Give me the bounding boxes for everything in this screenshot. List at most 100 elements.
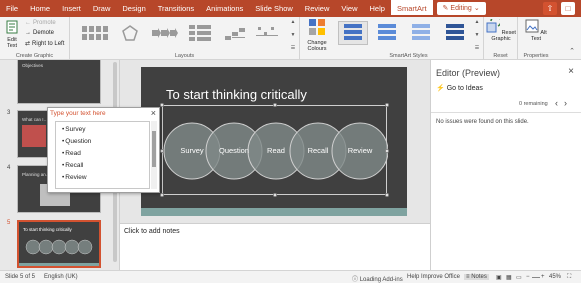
group-reset: Reset Graphic Reset <box>484 15 518 60</box>
chevron-down-icon: ⌄ <box>473 5 480 12</box>
slide-thumbnail[interactable]: Objectives <box>17 60 101 104</box>
slide-canvas[interactable]: To start thinking critically Survey Ques… <box>141 67 407 216</box>
resize-handle[interactable] <box>385 103 389 107</box>
text-pane-item[interactable]: Survey <box>62 124 149 136</box>
chevron-right-icon[interactable]: › <box>564 98 573 108</box>
share-icon[interactable]: ⇧ <box>543 2 557 15</box>
zoom-in-icon[interactable]: + <box>541 274 545 280</box>
style-option-2[interactable] <box>372 21 402 45</box>
notes-label: Notes <box>471 274 487 280</box>
issue-navigation[interactable]: ‹› <box>555 98 573 108</box>
chevron-left-icon[interactable]: ‹ <box>555 98 564 108</box>
resize-handle[interactable] <box>160 149 164 153</box>
layout-option-list[interactable] <box>185 21 215 45</box>
text-pane-item[interactable]: Question <box>62 136 149 148</box>
edit-text-button[interactable]: Edit Text <box>3 20 21 49</box>
resize-handle[interactable] <box>273 193 277 197</box>
tab-slide-show[interactable]: Slide Show <box>249 0 299 17</box>
chevron-up-icon: ▲ <box>290 19 296 25</box>
reset-graphic-button[interactable]: Reset Graphic <box>486 15 516 42</box>
close-icon[interactable]: × <box>151 108 156 118</box>
properties-group-label: Properties <box>523 53 549 59</box>
zoom-level[interactable]: 45% <box>549 274 561 280</box>
reset-graphic-icon <box>486 15 502 33</box>
layout-cycle-icon <box>122 25 138 41</box>
text-pane-item[interactable]: Recall <box>62 160 149 172</box>
help-improve-office-link[interactable]: Help Improve Office <box>407 274 460 280</box>
change-colours-button[interactable]: Change Colours <box>302 19 332 52</box>
tab-review[interactable]: Review <box>299 0 336 17</box>
tab-view[interactable]: View <box>335 0 363 17</box>
notes-pane[interactable]: Click to add notes <box>120 223 430 270</box>
tab-smartart[interactable]: SmartArt <box>390 0 433 17</box>
layouts-gallery-scroll[interactable]: ▲ ▼ ☰ <box>289 19 297 51</box>
layout-option-cycle[interactable] <box>115 21 145 45</box>
zoom-slider[interactable] <box>532 277 540 278</box>
text-pane-item[interactable]: Read <box>62 148 149 160</box>
collapse-ribbon-icon[interactable]: ⌃ <box>569 47 575 55</box>
layout-staircase-icon <box>225 28 245 40</box>
tab-design[interactable]: Design <box>116 0 151 17</box>
resize-handle[interactable] <box>160 103 164 107</box>
group-properties: Alt Text Properties <box>518 17 554 60</box>
comments-icon[interactable]: □ <box>561 2 575 15</box>
layout-option-process[interactable] <box>150 21 180 45</box>
more-icon: ☰ <box>290 45 296 51</box>
style-option-4[interactable] <box>440 21 470 45</box>
editing-mode-button[interactable]: ✎ Editing ⌄ <box>436 2 486 15</box>
smartart-graphic[interactable]: Survey Question Read Recall Review <box>160 103 389 197</box>
layout-option-steps[interactable] <box>252 21 282 45</box>
alt-text-button[interactable]: Alt Text <box>521 19 551 42</box>
group-create-graphic: Edit Text ← Promote → Demote ⇄ Right to … <box>0 17 70 60</box>
layout-grid-icon <box>82 26 108 40</box>
fit-to-window-icon[interactable]: ⛶ <box>567 274 571 281</box>
tab-home[interactable]: Home <box>24 0 56 17</box>
style-option-1[interactable] <box>338 21 368 45</box>
thumbnail-title: To start thinking critically <box>23 227 72 232</box>
layout-option-staircase[interactable] <box>220 21 250 45</box>
resize-handle[interactable] <box>160 193 164 197</box>
text-pane-item[interactable]: Review <box>62 172 149 184</box>
loading-addins: ⓘ Loading Add-ins <box>352 274 403 283</box>
sorter-view-icon[interactable]: ▦ <box>506 274 512 281</box>
close-icon[interactable]: × <box>568 66 574 77</box>
slide-title[interactable]: To start thinking critically <box>166 87 307 102</box>
tab-insert[interactable]: Insert <box>56 0 87 17</box>
editor-pane-title: Editor (Preview) <box>436 68 501 78</box>
remaining-count: 0 remaining <box>519 101 548 107</box>
text-pane-list[interactable]: Survey Question Read Recall Review <box>55 121 150 189</box>
language-indicator[interactable]: English (UK) <box>44 274 78 280</box>
zoom-out-icon[interactable]: − <box>526 274 530 280</box>
go-to-ideas-link[interactable]: ⚡ Go to Ideas <box>436 84 483 93</box>
divider <box>431 112 581 113</box>
demote-button[interactable]: → Demote <box>25 30 54 36</box>
resize-handle[interactable] <box>273 103 277 107</box>
editing-label: Editing <box>450 5 472 12</box>
layout-process-icon <box>152 28 178 38</box>
info-icon: ⓘ <box>352 277 359 283</box>
text-pane-title: Type your text here <box>50 110 106 117</box>
style-option-3[interactable] <box>406 21 436 45</box>
resize-handle[interactable] <box>385 193 389 197</box>
layouts-group-label: Layouts <box>174 53 195 59</box>
right-to-left-button[interactable]: ⇄ Right to Left <box>25 40 64 48</box>
layout-option-grid[interactable] <box>80 21 110 45</box>
styles-gallery-scroll[interactable]: ▲ ▼ ☰ <box>473 19 481 51</box>
tab-file[interactable]: File <box>0 0 24 17</box>
tab-help[interactable]: Help <box>364 0 391 17</box>
change-colours-label: Change Colours <box>307 40 327 52</box>
slide-number: 5 <box>7 220 11 226</box>
tab-draw[interactable]: Draw <box>87 0 117 17</box>
tab-transitions[interactable]: Transitions <box>152 0 200 17</box>
tab-animations[interactable]: Animations <box>200 0 249 17</box>
reading-view-icon[interactable]: ▭ <box>516 274 522 281</box>
resize-handle[interactable] <box>385 149 389 153</box>
scrollbar-thumb[interactable] <box>152 131 156 167</box>
normal-view-icon[interactable]: ▣ <box>496 274 502 281</box>
style-4-icon <box>446 24 464 40</box>
text-pane-scrollbar[interactable] <box>151 121 157 189</box>
right-to-left-icon: ⇄ <box>25 41 31 47</box>
slide-thumbnail-selected[interactable]: To start thinking critically <box>17 220 101 268</box>
notes-toggle[interactable]: ≡ Notes <box>464 274 489 280</box>
promote-button[interactable]: ← Promote <box>25 20 56 26</box>
